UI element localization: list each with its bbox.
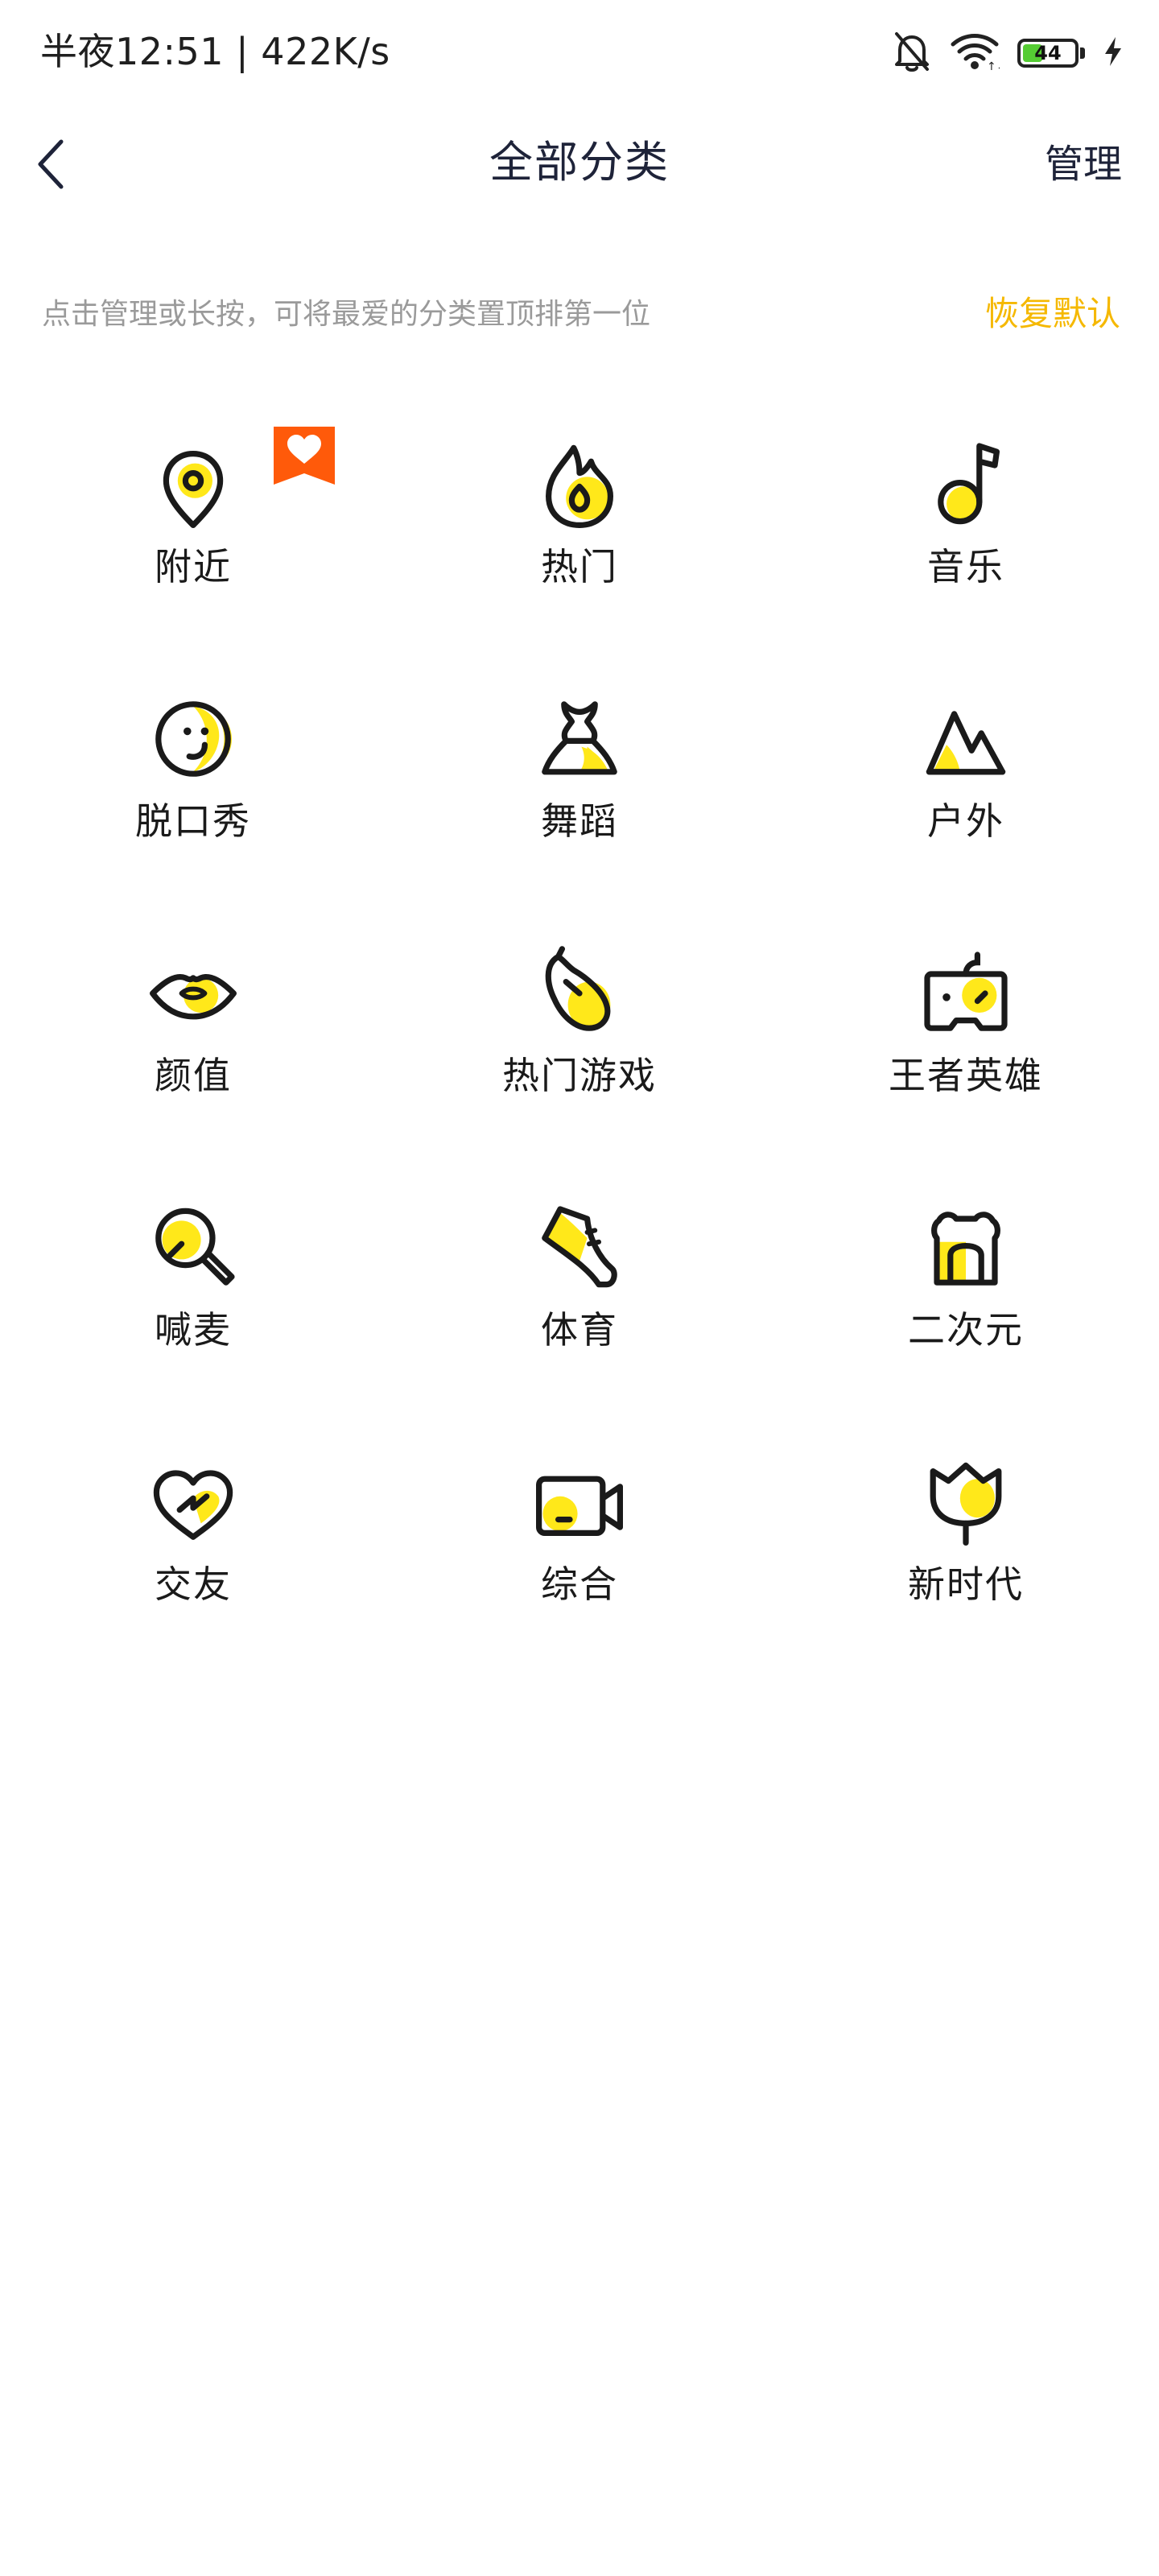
lips-icon: [150, 974, 237, 1020]
mountain-icon: [926, 711, 1006, 775]
bell-off-icon: [892, 31, 932, 76]
status-bar: 半夜12:51 | 422K/s ↑↓ 44: [0, 0, 1159, 103]
heart-icon: [153, 1470, 233, 1540]
category-item-hot-games[interactable]: 热门游戏: [386, 935, 773, 1190]
category-row: 附近 热门 音乐: [0, 427, 1159, 681]
category-label: 热门: [541, 545, 618, 588]
manage-button[interactable]: 管理: [1045, 138, 1122, 190]
category-item-friends[interactable]: 交友: [0, 1444, 386, 1699]
flame-icon: [546, 444, 613, 528]
svg-text:↑↓: ↑↓: [987, 60, 1000, 72]
hint-text: 点击管理或长按，可将最爱的分类置顶排第一位: [42, 298, 651, 331]
category-label: 颜值: [155, 1054, 232, 1097]
category-label: 喊麦: [155, 1308, 232, 1352]
battery-icon: 44: [1017, 39, 1085, 68]
category-row: 颜值 热门游戏 王者英雄: [0, 935, 1159, 1190]
category-row: 喊麦 体育 二次元: [0, 1190, 1159, 1444]
category-label: 脱口秀: [135, 799, 251, 843]
category-item-nearby[interactable]: 附近: [0, 427, 386, 681]
category-item-outdoor[interactable]: 户外: [773, 681, 1159, 935]
category-label: 二次元: [908, 1308, 1024, 1352]
favorite-badge-icon: [274, 427, 335, 485]
gamepad-icon: [924, 952, 1008, 1031]
location-pin-icon: [163, 451, 224, 528]
category-item-sports[interactable]: 体育: [386, 1190, 773, 1444]
category-row: 脱口秀 舞蹈 户外: [0, 681, 1159, 935]
category-item-hot[interactable]: 热门: [386, 427, 773, 681]
mouse-icon: [545, 946, 611, 1031]
battery-level: 44: [1034, 42, 1062, 64]
category-row: 交友 综合 新时代: [0, 1444, 1159, 1699]
bear-icon: [931, 1212, 1000, 1286]
hint-row: 点击管理或长按，可将最爱的分类置顶排第一位 恢复默认: [42, 288, 1120, 345]
category-label: 新时代: [908, 1563, 1024, 1606]
restore-default-button[interactable]: 恢复默认: [985, 291, 1120, 336]
category-grid: 附近 热门 音乐 脱口秀 舞蹈 户外 颜值 热门游戏 王者英雄 喊麦 体育 二次…: [0, 427, 1159, 1699]
category-item-dance[interactable]: 舞蹈: [386, 681, 773, 935]
sneaker-icon: [542, 1206, 617, 1288]
category-item-new-era[interactable]: 新时代: [773, 1444, 1159, 1699]
status-time-speed: 半夜12:51 | 422K/s: [40, 30, 390, 73]
category-item-music[interactable]: 音乐: [773, 427, 1159, 681]
category-label: 热门游戏: [502, 1054, 657, 1097]
page-title: 全部分类: [489, 137, 670, 188]
charging-icon: [1103, 35, 1124, 71]
header: 全部分类 管理: [0, 103, 1159, 224]
category-label: 王者英雄: [889, 1054, 1043, 1097]
battery-body: 44: [1017, 39, 1079, 68]
category-label: 音乐: [927, 545, 1004, 588]
smiley-icon: [155, 701, 232, 777]
category-label: 附近: [155, 545, 232, 588]
category-item-general[interactable]: 综合: [386, 1444, 773, 1699]
dress-icon: [542, 701, 617, 775]
category-label: 舞蹈: [541, 799, 618, 843]
category-item-hero-game[interactable]: 王者英雄: [773, 935, 1159, 1190]
music-note-icon: [938, 443, 1000, 525]
category-item-talk-show[interactable]: 脱口秀: [0, 681, 386, 935]
category-label: 综合: [541, 1563, 618, 1606]
battery-cap: [1080, 47, 1085, 59]
category-item-looks[interactable]: 颜值: [0, 935, 386, 1190]
tulip-icon: [930, 1462, 1002, 1546]
microphone-icon: [155, 1208, 235, 1286]
wifi-icon: ↑↓: [950, 31, 1005, 75]
status-icons: ↑↓ 44: [892, 31, 1124, 76]
category-item-anime[interactable]: 二次元: [773, 1190, 1159, 1444]
category-item-mc[interactable]: 喊麦: [0, 1190, 386, 1444]
category-label: 交友: [155, 1563, 232, 1606]
category-label: 户外: [927, 799, 1004, 843]
category-label: 体育: [541, 1308, 618, 1352]
video-camera-icon: [536, 1476, 623, 1536]
